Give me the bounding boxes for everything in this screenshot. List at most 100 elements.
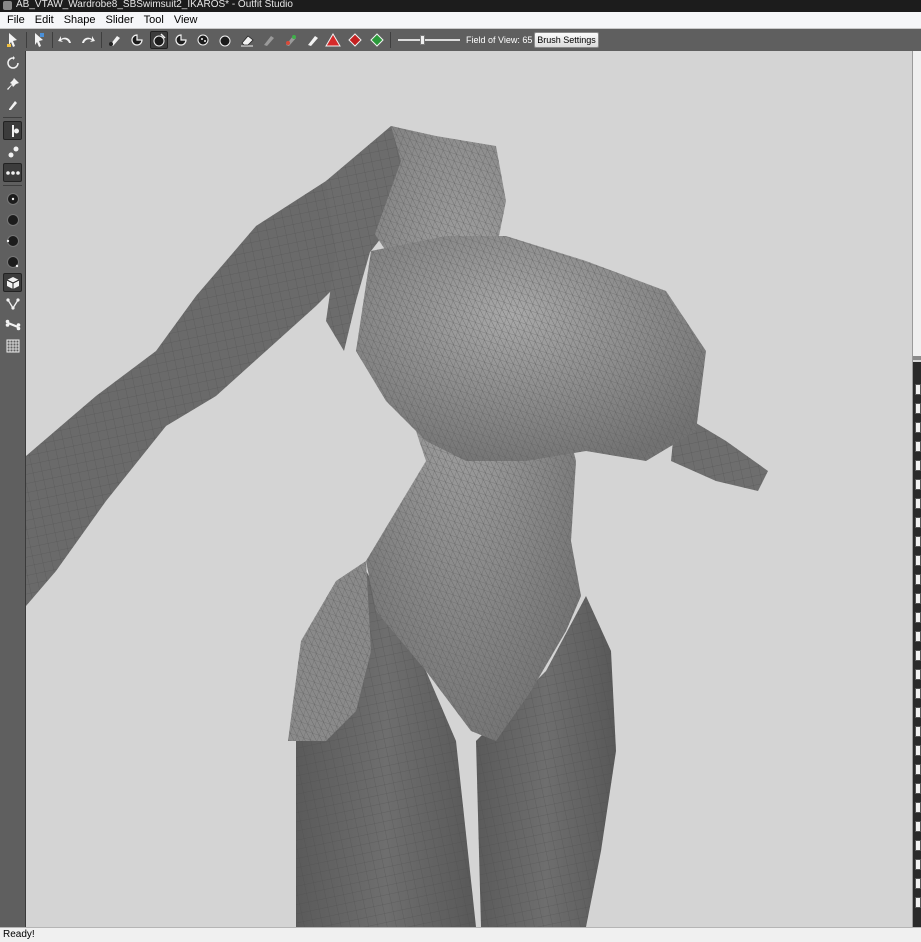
- list-item[interactable]: [915, 859, 921, 870]
- brush-size-small-icon: [6, 192, 19, 205]
- list-item[interactable]: [915, 574, 921, 585]
- menu-tool[interactable]: Tool: [139, 12, 169, 28]
- 3d-viewport[interactable]: [26, 51, 912, 927]
- slider-thumb[interactable]: [420, 35, 425, 45]
- rotate-view-icon: [6, 55, 19, 69]
- brush-size-large-button[interactable]: [3, 231, 22, 250]
- right-panel: [912, 51, 921, 927]
- list-item[interactable]: [915, 821, 921, 832]
- panel-splitter[interactable]: [913, 356, 921, 360]
- list-item[interactable]: [915, 517, 921, 528]
- brush-size-small-button[interactable]: [3, 189, 22, 208]
- deflate-brush-icon: [153, 33, 166, 47]
- list-item[interactable]: [915, 669, 921, 680]
- redo-button[interactable]: [79, 31, 97, 49]
- menu-slider[interactable]: Slider: [101, 12, 139, 28]
- green-diamond-icon: [370, 33, 384, 47]
- symmetry-z-button[interactable]: [3, 163, 22, 182]
- left-toolbar: [0, 51, 26, 927]
- eraser-button[interactable]: [238, 31, 256, 49]
- weight-brush-icon: [219, 35, 231, 47]
- rotate-view-button[interactable]: [3, 53, 22, 72]
- symmetry-y-icon: [8, 146, 18, 157]
- cube-view-button[interactable]: [3, 273, 22, 292]
- color-brush-button[interactable]: [260, 31, 278, 49]
- pencil-icon: [8, 100, 17, 110]
- select-brush-icon: [7, 33, 17, 47]
- color-brush-icon: [264, 36, 274, 46]
- menu-edit[interactable]: Edit: [30, 12, 59, 28]
- alpha-brush-icon: [286, 35, 296, 46]
- menu-shape[interactable]: Shape: [59, 12, 101, 28]
- list-item[interactable]: [915, 612, 921, 623]
- list-item[interactable]: [915, 726, 921, 737]
- list-item[interactable]: [915, 650, 921, 661]
- slider-list: [913, 362, 921, 927]
- list-item[interactable]: [915, 422, 921, 433]
- symmetry-z-icon: [5, 170, 20, 175]
- window-titlebar: AB_VTAW_Wardrobe8_SBSwimsuit2_IKAROS* - …: [0, 0, 921, 12]
- wireframe-grid-icon: [6, 339, 19, 352]
- mesh-render: [26, 126, 768, 927]
- list-item[interactable]: [915, 878, 921, 889]
- green-diamond-button[interactable]: [368, 31, 386, 49]
- select-brush-button[interactable]: [4, 31, 22, 49]
- pin-button[interactable]: [3, 74, 22, 93]
- list-item[interactable]: [915, 707, 921, 718]
- list-item[interactable]: [915, 536, 921, 547]
- red-triangle-icon: [325, 33, 341, 47]
- list-item[interactable]: [915, 897, 921, 908]
- list-item[interactable]: [915, 783, 921, 794]
- menu-bar: File Edit Shape Slider Tool View: [0, 12, 921, 29]
- paint-brush-button[interactable]: [304, 31, 322, 49]
- bone-button[interactable]: [3, 315, 22, 334]
- menu-file[interactable]: File: [2, 12, 30, 28]
- list-item[interactable]: [915, 688, 921, 699]
- field-of-view-slider[interactable]: [398, 35, 460, 45]
- mask-brush-button[interactable]: [106, 31, 124, 49]
- list-item[interactable]: [915, 403, 921, 414]
- undo-button[interactable]: [56, 31, 74, 49]
- smooth-brush-button[interactable]: [194, 31, 212, 49]
- list-item[interactable]: [915, 441, 921, 452]
- cube-view-icon: [6, 276, 19, 289]
- brush-size-medium-button[interactable]: [3, 210, 22, 229]
- right-panel-top: [913, 51, 921, 356]
- inflate-brush-button[interactable]: [128, 31, 146, 49]
- alpha-brush-button[interactable]: [282, 31, 300, 49]
- list-item[interactable]: [915, 840, 921, 851]
- main-toolbar: Field of View: 65 Brush Settings: [0, 29, 921, 52]
- vertex-edit-icon: [5, 297, 20, 310]
- red-diamond-button[interactable]: [346, 31, 364, 49]
- transform-brush-button[interactable]: [30, 31, 48, 49]
- list-item[interactable]: [915, 555, 921, 566]
- menu-view[interactable]: View: [169, 12, 203, 28]
- list-item[interactable]: [915, 479, 921, 490]
- list-item[interactable]: [915, 631, 921, 642]
- vertex-edit-button[interactable]: [3, 294, 22, 313]
- list-item[interactable]: [915, 764, 921, 775]
- brush-size-large-icon: [6, 234, 19, 247]
- list-item[interactable]: [915, 384, 921, 395]
- brush-size-xlarge-button[interactable]: [3, 252, 22, 271]
- list-item[interactable]: [915, 593, 921, 604]
- outfit-studio-icon: [3, 1, 12, 10]
- symmetry-y-button[interactable]: [3, 142, 22, 161]
- wireframe-grid-button[interactable]: [3, 336, 22, 355]
- list-item[interactable]: [915, 460, 921, 471]
- deflate-brush-button[interactable]: [150, 31, 168, 49]
- list-item[interactable]: [915, 498, 921, 509]
- move-brush-button[interactable]: [172, 31, 190, 49]
- paint-brush-icon: [308, 36, 318, 46]
- bone-icon: [5, 319, 20, 330]
- symmetry-x-button[interactable]: [3, 121, 22, 140]
- list-item[interactable]: [915, 745, 921, 756]
- brush-settings-button[interactable]: Brush Settings: [534, 32, 599, 48]
- undo-icon: [58, 36, 71, 43]
- pencil-button[interactable]: [3, 95, 22, 114]
- smooth-brush-icon: [197, 34, 209, 46]
- weight-brush-button[interactable]: [216, 31, 234, 49]
- list-item[interactable]: [915, 802, 921, 813]
- status-bar: Ready!: [0, 927, 921, 942]
- red-triangle-button[interactable]: [324, 31, 342, 49]
